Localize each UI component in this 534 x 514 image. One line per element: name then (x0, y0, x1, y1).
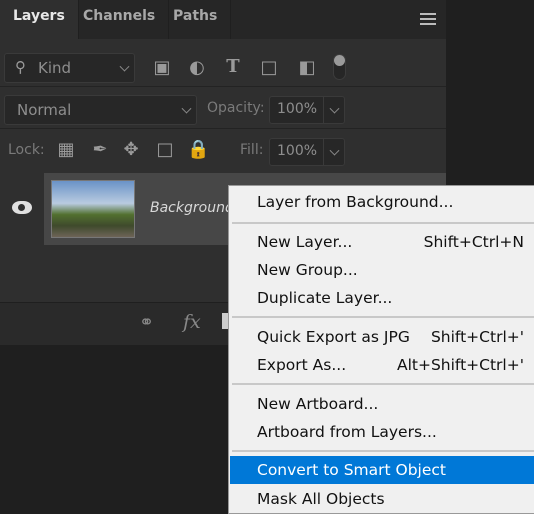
tab-layers[interactable]: Layers (0, 0, 79, 39)
menu-item-convert-to-smart-object[interactable]: Convert to Smart Object (230, 456, 534, 484)
blend-mode-value: Normal (17, 101, 72, 119)
menu-separator (232, 383, 534, 385)
menu-item-new-artboard[interactable]: New Artboard... (230, 390, 534, 418)
chevron-down-icon (181, 103, 192, 114)
image-filter-icon[interactable]: ▣ (151, 58, 173, 78)
shape-filter-icon[interactable]: □ (258, 58, 280, 78)
blend-row: Normal Opacity: 100% (0, 87, 446, 129)
visibility-toggle[interactable] (0, 173, 44, 245)
menu-item-export-as[interactable]: Export As... Alt+Shift+Ctrl+' (230, 351, 534, 379)
menu-separator (232, 316, 534, 318)
tab-channels[interactable]: Channels (70, 0, 170, 39)
menu-item-artboard-from-layers[interactable]: Artboard from Layers... (230, 418, 534, 446)
fill-field[interactable]: 100% (269, 138, 345, 166)
chevron-down-icon[interactable] (329, 145, 340, 156)
fx-layer-style-icon[interactable]: fx (183, 311, 201, 333)
lock-row: Lock: ▦ ✒ ✥ □ 🔒 Fill: 100% (0, 129, 446, 169)
menu-item-new-group[interactable]: New Group... (230, 256, 534, 284)
blend-mode-dropdown[interactable]: Normal (4, 95, 197, 125)
lock-position-move-icon[interactable]: ✥ (120, 140, 142, 160)
lock-label: Lock: (8, 142, 45, 158)
opacity-field[interactable]: 100% (269, 96, 345, 124)
lock-all-icon[interactable]: 🔒 (187, 140, 209, 160)
menu-separator (232, 222, 534, 224)
panel-tabs: Layers Channels Paths (0, 0, 446, 39)
filter-toggle-icon[interactable] (333, 54, 346, 80)
chevron-down-icon (119, 61, 130, 72)
layer-thumbnail (51, 180, 135, 238)
fill-value: 100% (277, 143, 318, 159)
smart-object-filter-icon[interactable]: ◧ (296, 58, 318, 78)
opacity-label: Opacity: (207, 100, 265, 116)
kind-label: Kind (38, 59, 72, 77)
chevron-down-icon[interactable] (329, 103, 340, 114)
layer-name[interactable]: Background (150, 200, 234, 216)
menu-separator (232, 450, 534, 452)
lock-transparent-pixels-icon[interactable]: ▦ (55, 140, 77, 160)
menu-item-new-layer[interactable]: New Layer... Shift+Ctrl+N (230, 228, 534, 256)
search-icon: ⚲ (15, 58, 26, 76)
adjustment-filter-icon[interactable]: ◐ (186, 58, 208, 78)
type-filter-icon[interactable]: T (222, 57, 244, 77)
menu-item-layer-from-background[interactable]: Layer from Background... (230, 188, 534, 216)
tab-paths[interactable]: Paths (160, 0, 232, 39)
menu-item-quick-export-jpg[interactable]: Quick Export as JPG Shift+Ctrl+' (230, 323, 534, 351)
link-layers-icon[interactable]: ⚭ (139, 312, 154, 333)
context-menu: Layer from Background... New Layer... Shi… (228, 185, 534, 514)
eye-icon[interactable] (12, 201, 32, 214)
panel-menu-icon[interactable] (420, 13, 436, 25)
opacity-value: 100% (277, 101, 318, 117)
filter-row: ⚲ Kind ▣ ◐ T □ ◧ (0, 39, 446, 87)
kind-filter-dropdown[interactable]: ⚲ Kind (4, 53, 135, 83)
menu-item-duplicate-layer[interactable]: Duplicate Layer... (230, 284, 534, 312)
lock-artboard-icon[interactable]: □ (154, 140, 176, 160)
menu-item-mask-all-objects[interactable]: Mask All Objects (230, 485, 534, 513)
fill-label: Fill: (240, 142, 264, 158)
lock-image-pixels-brush-icon[interactable]: ✒ (89, 140, 111, 160)
